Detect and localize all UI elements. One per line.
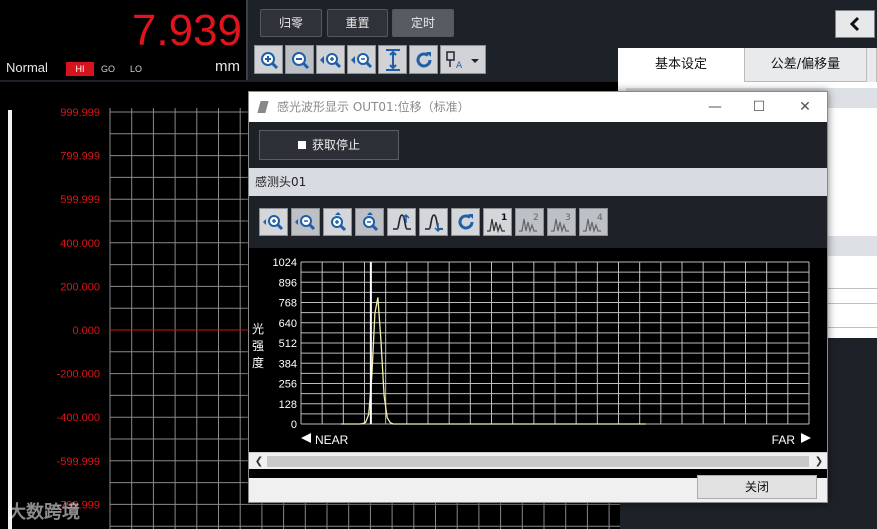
zero-button[interactable]: 归零 (260, 9, 322, 37)
watermark-logo: 大数跨境 (8, 502, 80, 523)
y-axis-label: 光强度 (251, 322, 264, 370)
chart-toolbar: A (254, 45, 486, 75)
main-y-tick-label: -200.000 (57, 369, 100, 381)
judge-go: GO (100, 64, 115, 74)
peak1-number: 1 (501, 213, 507, 223)
stop-acquire-label: 获取停止 (311, 138, 360, 152)
peak4-number: 4 (597, 213, 603, 223)
zoom-x-out-icon[interactable] (347, 45, 376, 74)
mode-label: Normal (6, 60, 48, 75)
horizontal-scrollbar[interactable]: ❮ ❯ (249, 452, 827, 469)
measurement-value: 7.939 (131, 6, 242, 55)
wave-y-tick-label: 1024 (273, 257, 297, 269)
app-icon (257, 101, 269, 113)
peak2-icon[interactable]: 2 (515, 208, 544, 236)
dialog-title: 感光波形显示 OUT01:位移（标准） (277, 100, 470, 114)
zoom-x-out-icon[interactable] (291, 208, 320, 236)
wave-y-tick-label: 768 (279, 298, 297, 310)
waveform-chart: 1024 896 768 640 512 384 256 128 0 NEAR FAR 光强度 (249, 248, 827, 478)
sensor-head-label: 感测头01 (249, 168, 827, 196)
main-y-tick-label: 799.999 (60, 151, 100, 163)
zoom-y-in-icon[interactable] (323, 208, 352, 236)
refresh-icon[interactable] (451, 208, 480, 236)
main-y-tick-label: 0.000 (72, 325, 100, 337)
measurement-readout: 7.939 Normal HI GO LO mm (0, 0, 248, 80)
x-near-label: NEAR (315, 433, 349, 447)
main-y-tick-label: 599.999 (60, 194, 100, 206)
peak3-icon[interactable]: 3 (547, 208, 576, 236)
wave-y-tick-label: 128 (279, 399, 297, 411)
waveform-dialog: 感光波形显示 OUT01:位移（标准） — ☐ ✕ 获取停止 感测头01 1 2… (248, 91, 828, 503)
x-far-label: FAR (772, 433, 796, 447)
far-arrow-icon (801, 433, 811, 443)
dialog-title-bar: 感光波形显示 OUT01:位移（标准） — ☐ ✕ (249, 92, 827, 122)
judge-lo: LO (129, 64, 142, 74)
scroll-left-icon[interactable]: ❮ (251, 453, 267, 470)
close-button[interactable]: 关闭 (697, 475, 817, 499)
zoom-in-icon[interactable] (254, 45, 283, 74)
stop-icon (297, 141, 306, 149)
waveform-plot: 1024 896 768 640 512 384 256 128 0 NEAR FAR (273, 257, 811, 447)
wave-y-tick-label: 896 (279, 277, 297, 289)
scroll-thumb[interactable] (267, 456, 809, 467)
judge-hi: HI (66, 62, 94, 76)
main-y-tick-label: 999.999 (60, 107, 100, 119)
tab-tolerance-offset[interactable]: 公差/偏移量 (745, 48, 867, 82)
unit-label: mm (215, 58, 240, 75)
peak4-icon[interactable]: 4 (579, 208, 608, 236)
peak2-number: 2 (533, 213, 539, 223)
main-y-tick-label: 200.000 (60, 281, 100, 293)
refresh-icon[interactable] (409, 45, 438, 74)
app-window: 999.999 799.999 599.999 400.000 200.000 0.000… (0, 0, 877, 529)
reset-button[interactable]: 重置 (327, 9, 388, 37)
wave-y-tick-label: 256 (279, 379, 297, 391)
zoom-out-icon[interactable] (285, 45, 314, 74)
svg-text:A: A (456, 61, 463, 71)
waveform-toolbar: 1 2 3 4 (259, 208, 608, 236)
stop-acquire-button[interactable]: 获取停止 (259, 130, 399, 160)
wave-y-tick-label: 0 (291, 419, 297, 431)
probe-select-icon[interactable]: A (440, 45, 486, 74)
fit-vertical-icon[interactable] (378, 45, 407, 74)
peak3-number: 3 (565, 213, 571, 223)
peak1-icon[interactable]: 1 (483, 208, 512, 236)
minimize-icon[interactable]: — (699, 92, 731, 122)
wave-y-tick-label: 512 (279, 338, 297, 350)
maximize-icon[interactable]: ☐ (743, 92, 775, 122)
zoom-x-in-icon[interactable] (259, 208, 288, 236)
chevron-left-icon (849, 16, 860, 32)
wave-y-tick-label: 640 (279, 318, 297, 330)
series-line (341, 297, 646, 425)
peak-fall-icon[interactable] (419, 208, 448, 236)
zoom-x-icon[interactable] (316, 45, 345, 74)
close-icon[interactable]: ✕ (789, 92, 821, 122)
main-y-tick-label: -599.999 (57, 456, 100, 468)
timer-button[interactable]: 定时 (392, 9, 454, 37)
near-arrow-icon (301, 433, 311, 443)
scroll-right-icon[interactable]: ❯ (811, 453, 827, 470)
zoom-y-out-icon[interactable] (355, 208, 384, 236)
main-y-tick-label: 400.000 (60, 238, 100, 250)
peak-rise-icon[interactable] (387, 208, 416, 236)
dialog-body: 获取停止 感测头01 1 2 3 4 1024 896 768 640 512 384 25… (249, 122, 827, 478)
tab-more[interactable] (867, 48, 877, 82)
wave-y-tick-label: 384 (279, 358, 297, 370)
tab-basic-settings[interactable]: 基本设定 (618, 48, 745, 82)
main-y-tick-label: -400.000 (57, 412, 100, 424)
back-button[interactable] (835, 10, 875, 38)
